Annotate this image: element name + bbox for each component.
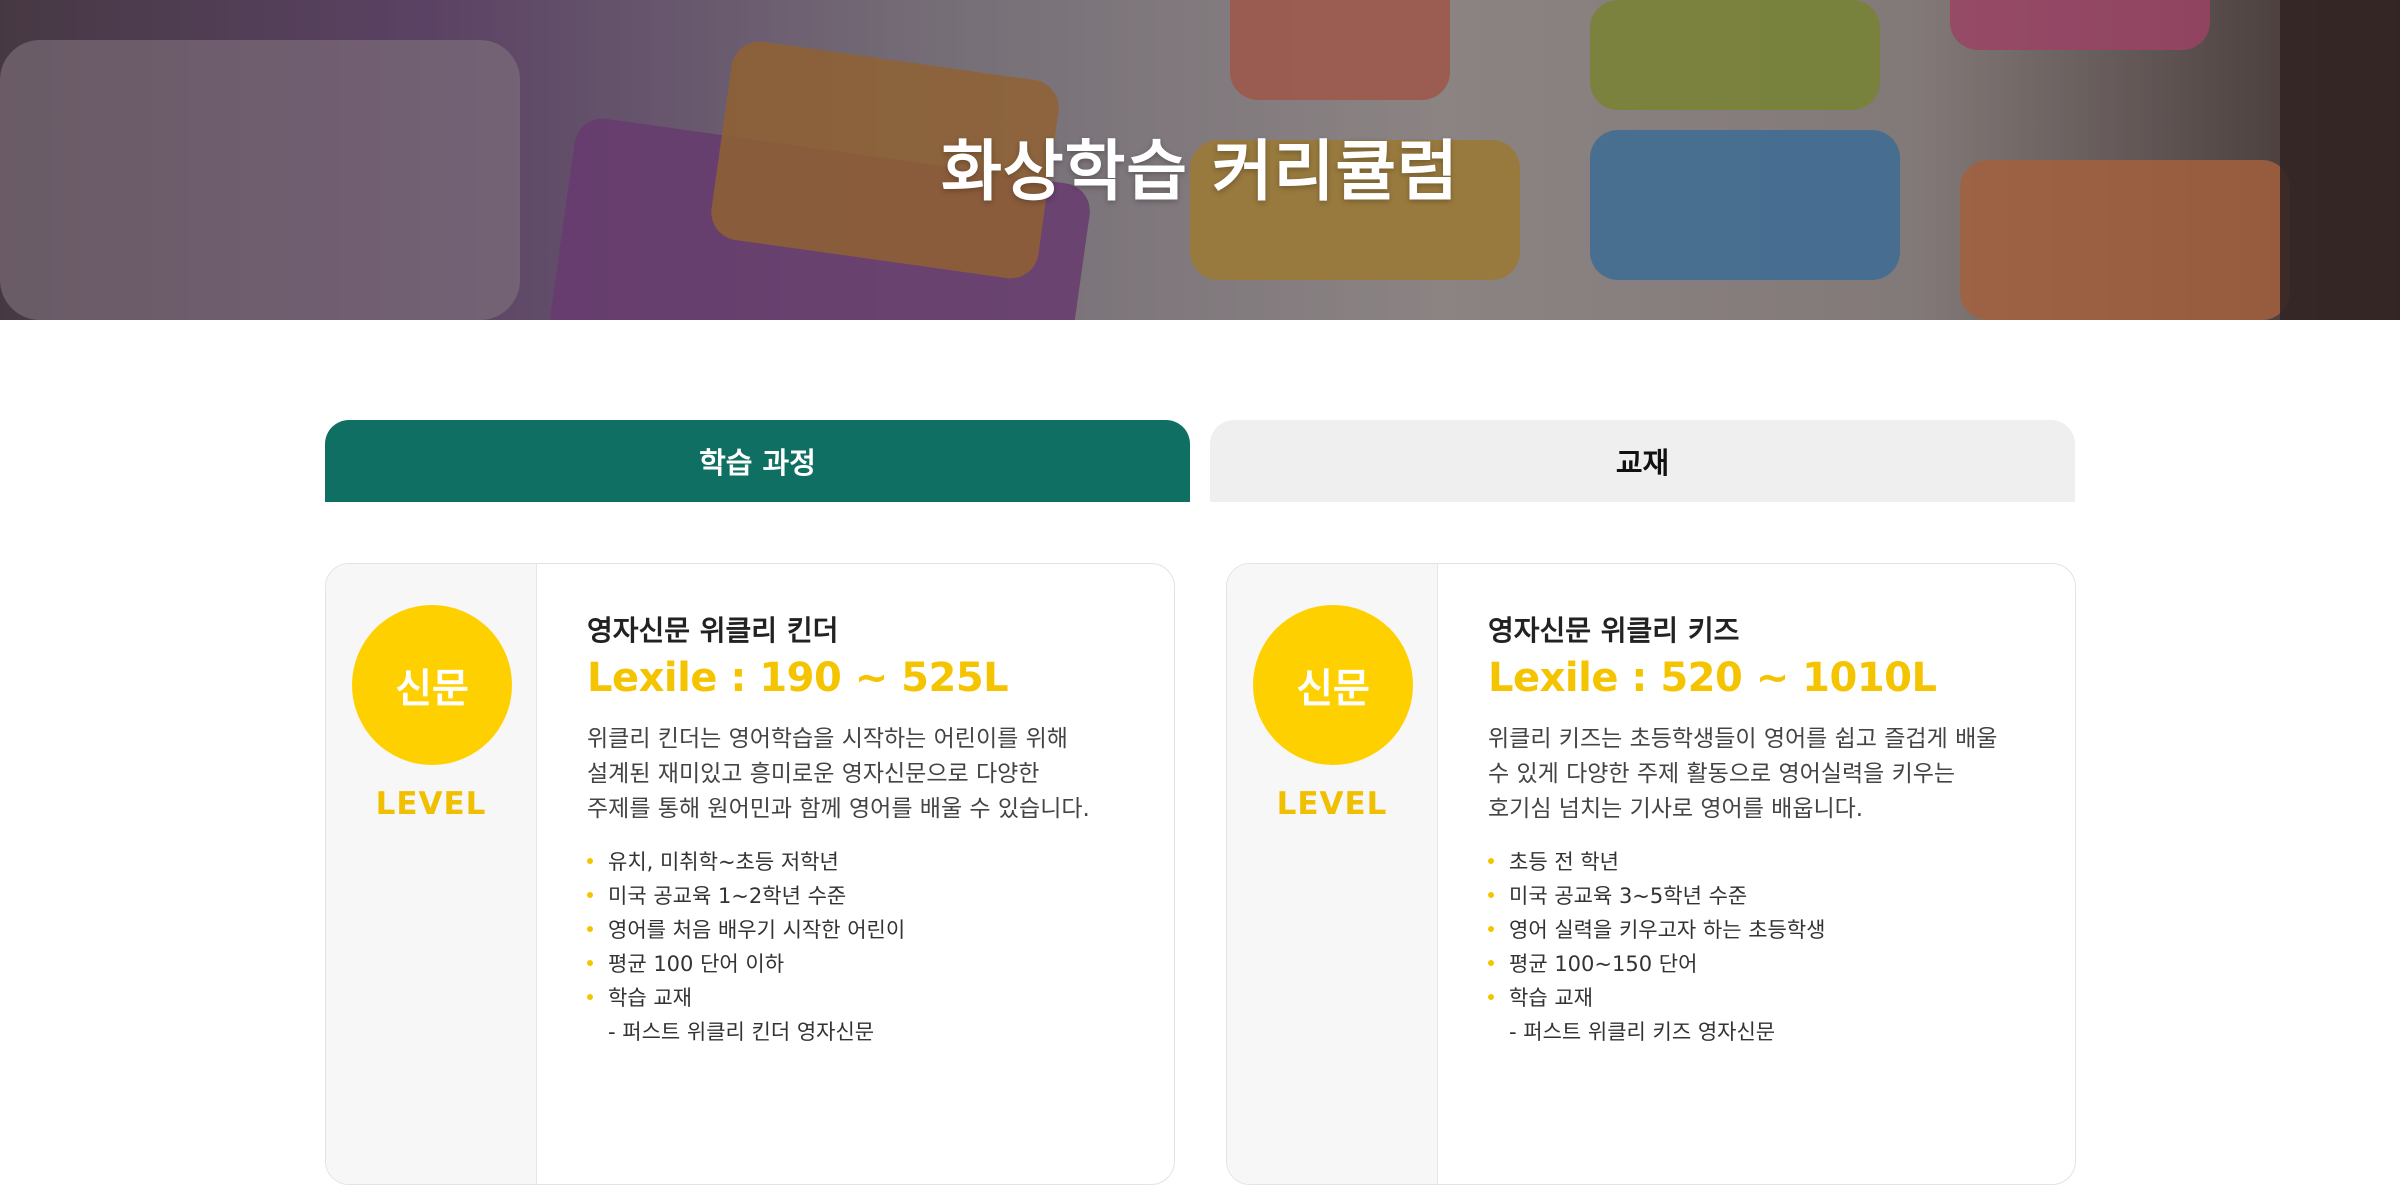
- textbook-sub-item: - 퍼스트 위클리 킨더 영자신문: [608, 1020, 875, 1044]
- tab-bar: 학습 과정 교재: [325, 420, 2075, 502]
- tab-textbook[interactable]: 교재: [1210, 420, 2075, 502]
- hero-banner: 화상학습 커리큘럼: [0, 0, 2400, 320]
- card-description: 위클리 킨더는 영어학습을 시작하는 어린이를 위해 설계된 재미있고 흥미로운…: [587, 722, 1147, 827]
- feature-item: 학습 교재: [587, 981, 1147, 1015]
- feature-item: 초등 전 학년: [1488, 845, 2048, 879]
- newspaper-badge: 신문: [1253, 605, 1413, 765]
- curriculum-card-kids: 신문 LEVEL 영자신문 위클리 키즈 Lexile : 520 ~ 1010…: [1226, 563, 2076, 1185]
- description-line: 호기심 넘치는 기사로 영어를 배웁니다.: [1488, 796, 1864, 822]
- lexile-range: Lexile : 520 ~ 1010L: [1488, 655, 1937, 701]
- level-label: LEVEL: [1276, 786, 1388, 822]
- card-title: 영자신문 위클리 키즈: [1488, 614, 1740, 647]
- description-line: 설계된 재미있고 흥미로운 영자신문으로 다양한: [587, 761, 1040, 787]
- feature-item: 평균 100~150 단어: [1488, 947, 2048, 981]
- card-description: 위클리 키즈는 초등학생들이 영어를 쉽고 즐겁게 배울 수 있게 다양한 주제…: [1488, 722, 2048, 827]
- feature-list: 유치, 미취학~초등 저학년 미국 공교육 1~2학년 수준 영어를 처음 배우…: [587, 845, 1147, 1015]
- textbook-sub-item: - 퍼스트 위클리 키즈 영자신문: [1509, 1020, 1776, 1044]
- card-title: 영자신문 위클리 킨더: [587, 614, 839, 647]
- lexile-range: Lexile : 190 ~ 525L: [587, 655, 1009, 701]
- level-label: LEVEL: [375, 786, 487, 822]
- description-line: 수 있게 다양한 주제 활동으로 영어실력을 키우는: [1488, 761, 1956, 787]
- feature-item: 영어를 처음 배우기 시작한 어린이: [587, 913, 1147, 947]
- feature-list: 초등 전 학년 미국 공교육 3~5학년 수준 영어 실력을 키우고자 하는 초…: [1488, 845, 2048, 1015]
- card-content: 영자신문 위클리 키즈 Lexile : 520 ~ 1010L 위클리 키즈는…: [1488, 614, 2048, 1049]
- feature-item: 미국 공교육 3~5학년 수준: [1488, 879, 2048, 913]
- description-line: 위클리 킨더는 영어학습을 시작하는 어린이를 위해: [587, 726, 1068, 752]
- feature-item: 미국 공교육 1~2학년 수준: [587, 879, 1147, 913]
- description-line: 주제를 통해 원어민과 함께 영어를 배울 수 있습니다.: [587, 796, 1090, 822]
- feature-item: 유치, 미취학~초등 저학년: [587, 845, 1147, 879]
- page-title: 화상학습 커리큘럼: [941, 133, 1459, 210]
- card-level-panel: 신문 LEVEL: [326, 564, 537, 1184]
- newspaper-badge: 신문: [352, 605, 512, 765]
- description-line: 위클리 키즈는 초등학생들이 영어를 쉽고 즐겁게 배울: [1488, 726, 1998, 752]
- feature-item: 학습 교재: [1488, 981, 2048, 1015]
- curriculum-card-kinder: 신문 LEVEL 영자신문 위클리 킨더 Lexile : 190 ~ 525L…: [325, 563, 1175, 1185]
- feature-item: 평균 100 단어 이하: [587, 947, 1147, 981]
- feature-item: 영어 실력을 키우고자 하는 초등학생: [1488, 913, 2048, 947]
- card-content: 영자신문 위클리 킨더 Lexile : 190 ~ 525L 위클리 킨더는 …: [587, 614, 1147, 1049]
- tab-course[interactable]: 학습 과정: [325, 420, 1190, 502]
- card-level-panel: 신문 LEVEL: [1227, 564, 1438, 1184]
